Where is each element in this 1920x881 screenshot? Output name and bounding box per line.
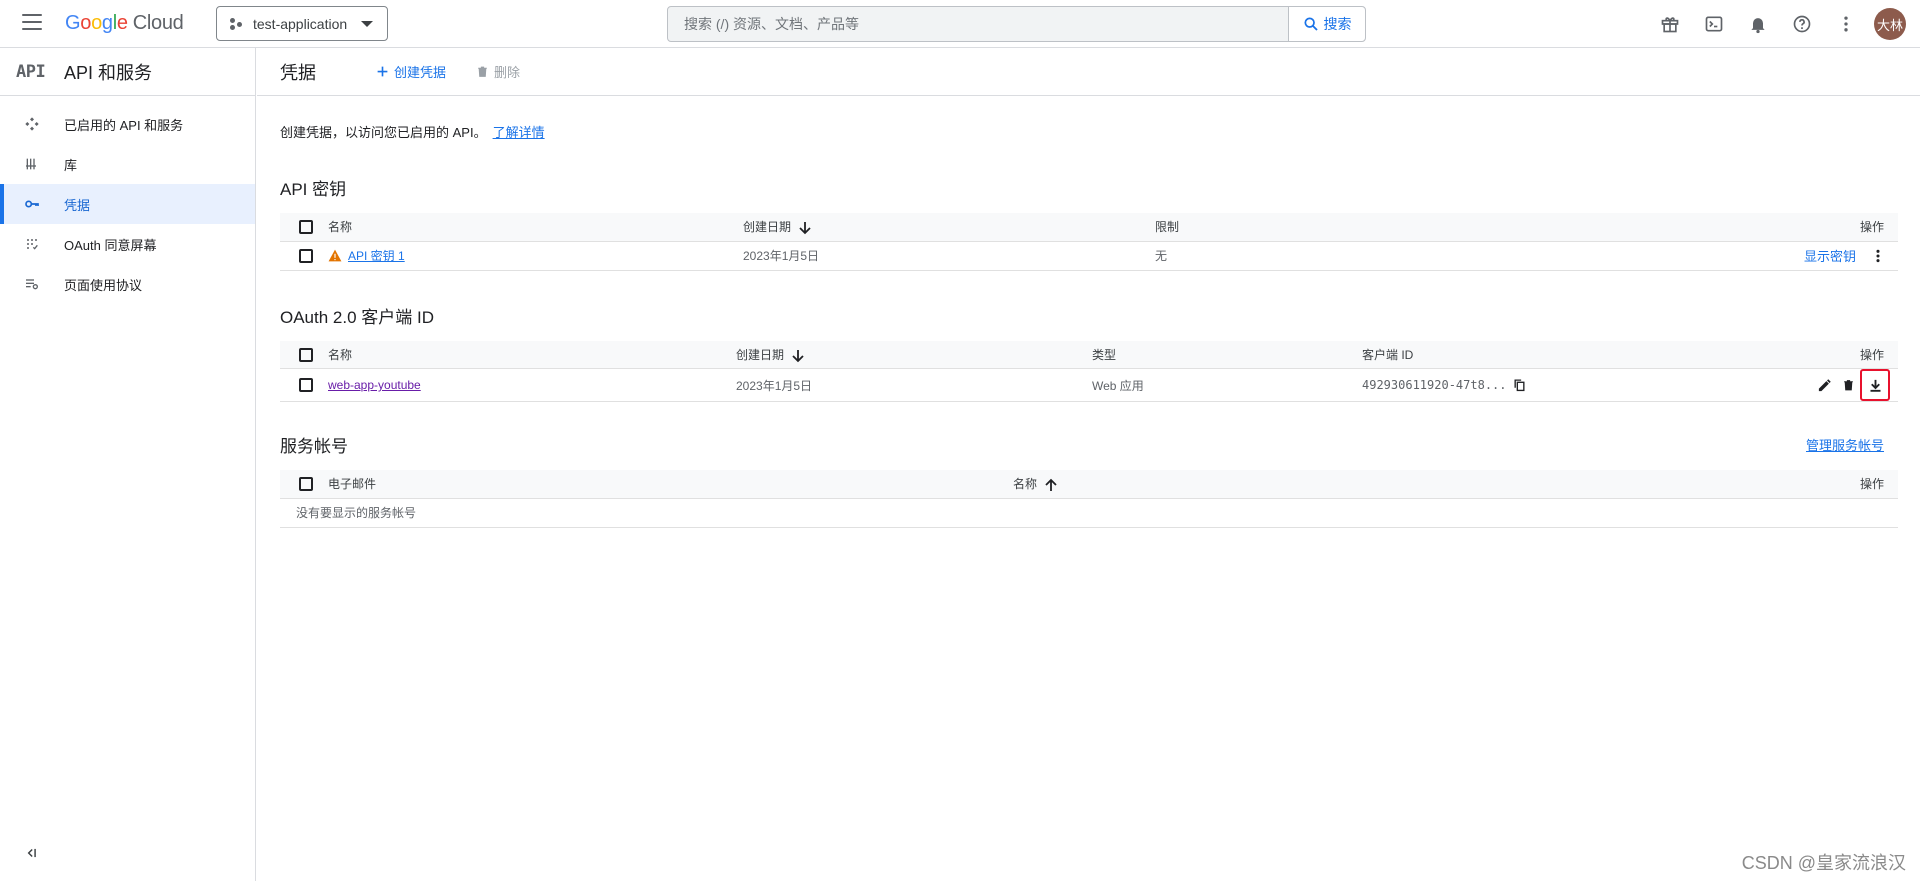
column-name[interactable]: 名称 bbox=[1013, 470, 1488, 499]
copy-icon[interactable] bbox=[1513, 378, 1526, 392]
empty-message: 没有要显示的服务帐号 bbox=[280, 498, 1898, 528]
sidebar-title: API 和服务 bbox=[64, 62, 153, 83]
terminal-icon[interactable] bbox=[1692, 8, 1736, 40]
column-date[interactable]: 创建日期 bbox=[743, 213, 1155, 242]
api-keys-title: API 密钥 bbox=[280, 180, 347, 199]
help-icon[interactable] bbox=[1780, 8, 1824, 40]
column-email[interactable]: 电子邮件 bbox=[328, 470, 1013, 499]
search-bar: 搜索 bbox=[667, 6, 1366, 42]
learn-more-link[interactable]: 了解详情 bbox=[493, 125, 545, 140]
table-row: API 密钥 1 2023年1月5日 无 显示密钥 bbox=[280, 241, 1898, 271]
key-icon bbox=[24, 196, 64, 212]
page-header: 凭据 创建凭据 删除 bbox=[257, 48, 1920, 96]
project-icon bbox=[229, 16, 245, 32]
row-checkbox[interactable] bbox=[299, 378, 313, 393]
main-content: 凭据 创建凭据 删除 创建凭据，以访问您已启用的 API。 了解详情 API 密钥… bbox=[257, 48, 1920, 881]
sidebar-item-page-agreements[interactable]: 页面使用协议 bbox=[0, 264, 255, 304]
table-row: web-app-youtube 2023年1月5日 Web 应用 4929306… bbox=[280, 368, 1898, 402]
api-key-link[interactable]: API 密钥 1 bbox=[348, 249, 405, 263]
service-accounts-table: 电子邮件 名称 操作 没有要显示的服务帐号 bbox=[280, 470, 1898, 528]
search-input[interactable] bbox=[668, 7, 1288, 41]
column-name[interactable]: 名称 bbox=[328, 340, 736, 369]
column-date[interactable]: 创建日期 bbox=[736, 340, 1092, 369]
client-id-value: 492930611920-47t8... bbox=[1362, 377, 1507, 392]
row-checkbox[interactable] bbox=[299, 248, 313, 263]
column-actions: 操作 bbox=[1713, 340, 1898, 369]
intro-text: 创建凭据，以访问您已启用的 API。 了解详情 bbox=[280, 125, 545, 140]
menu-icon[interactable] bbox=[22, 14, 42, 30]
arrow-down-icon bbox=[799, 222, 811, 235]
agreement-icon bbox=[24, 276, 64, 292]
column-client-id: 客户端 ID bbox=[1362, 340, 1714, 369]
cell-restriction: 无 bbox=[1155, 241, 1307, 271]
watermark: CSDN @皇家流浪汉 bbox=[1741, 853, 1906, 873]
download-icon[interactable] bbox=[1860, 369, 1890, 401]
chevron-down-icon bbox=[361, 20, 373, 27]
table-header-row: 名称 创建日期 限制 操作 bbox=[280, 213, 1898, 242]
delete-button[interactable]: 删除 bbox=[476, 62, 520, 81]
select-all-checkbox[interactable] bbox=[299, 477, 313, 492]
consent-icon bbox=[24, 236, 64, 252]
service-accounts-title: 服务帐号 bbox=[280, 437, 348, 456]
client-name-link[interactable]: web-app-youtube bbox=[328, 378, 421, 392]
column-actions: 操作 bbox=[1487, 470, 1898, 499]
show-key-button[interactable]: 显示密钥 bbox=[1804, 249, 1856, 264]
column-type: 类型 bbox=[1092, 340, 1362, 369]
sidebar-item-library[interactable]: 库 bbox=[0, 144, 255, 184]
sidebar-item-oauth-consent[interactable]: OAuth 同意屏幕 bbox=[0, 224, 255, 264]
bell-icon[interactable] bbox=[1736, 8, 1780, 40]
more-vert-icon[interactable] bbox=[1824, 8, 1868, 40]
warning-icon bbox=[328, 249, 342, 262]
edit-icon[interactable] bbox=[1812, 372, 1836, 398]
table-header-row: 电子邮件 名称 操作 bbox=[280, 470, 1898, 499]
gift-icon[interactable] bbox=[1648, 8, 1692, 40]
library-icon bbox=[24, 156, 64, 172]
avatar[interactable]: 大林 bbox=[1874, 8, 1906, 40]
table-row: 没有要显示的服务帐号 bbox=[280, 498, 1898, 528]
create-credentials-button[interactable]: 创建凭据 bbox=[376, 62, 446, 81]
api-keys-table: 名称 创建日期 限制 操作 API 密钥 1 2023年1月5日 无 显示密钥 bbox=[280, 213, 1898, 271]
oauth-title: OAuth 2.0 客户端 ID bbox=[280, 307, 434, 327]
cell-date: 2023年1月5日 bbox=[736, 368, 1092, 402]
cell-date: 2023年1月5日 bbox=[743, 241, 1155, 271]
project-name: test-application bbox=[253, 15, 348, 32]
sidebar-item-enabled-apis[interactable]: 已启用的 API 和服务 bbox=[0, 104, 255, 144]
project-picker[interactable]: test-application bbox=[216, 6, 388, 41]
column-actions: 操作 bbox=[1306, 213, 1898, 242]
plus-icon bbox=[377, 66, 388, 77]
oauth-table: 名称 创建日期 类型 客户端 ID 操作 web-app-youtube 202… bbox=[280, 340, 1898, 402]
search-button[interactable]: 搜索 bbox=[1288, 7, 1365, 41]
page-title: 凭据 bbox=[280, 62, 316, 83]
more-vert-icon[interactable] bbox=[1866, 243, 1890, 269]
sidebar-header: API API 和服务 bbox=[0, 48, 255, 96]
column-name[interactable]: 名称 bbox=[328, 213, 743, 242]
trash-icon bbox=[478, 66, 487, 77]
arrow-up-icon bbox=[1045, 478, 1057, 492]
column-restriction: 限制 bbox=[1155, 213, 1307, 242]
collapse-sidebar-icon[interactable] bbox=[24, 846, 38, 865]
apis-icon bbox=[24, 116, 64, 132]
arrow-down-icon bbox=[792, 349, 804, 362]
google-cloud-logo[interactable]: Google Cloud bbox=[65, 12, 184, 35]
delete-icon[interactable] bbox=[1836, 372, 1860, 398]
sidebar-item-credentials[interactable]: 凭据 bbox=[0, 184, 255, 224]
manage-service-accounts-link[interactable]: 管理服务帐号 bbox=[1806, 435, 1884, 454]
search-icon bbox=[1303, 17, 1318, 31]
table-header-row: 名称 创建日期 类型 客户端 ID 操作 bbox=[280, 340, 1898, 369]
top-bar: GoogleCloud test-application 搜索 大林 bbox=[0, 0, 1920, 48]
api-logo: API bbox=[16, 61, 46, 82]
cell-type: Web 应用 bbox=[1092, 368, 1362, 402]
select-all-checkbox[interactable] bbox=[299, 347, 313, 362]
select-all-checkbox[interactable] bbox=[299, 220, 313, 235]
sidebar: API API 和服务 已启用的 API 和服务 库 凭据 OAuth 同意屏幕… bbox=[0, 48, 256, 881]
